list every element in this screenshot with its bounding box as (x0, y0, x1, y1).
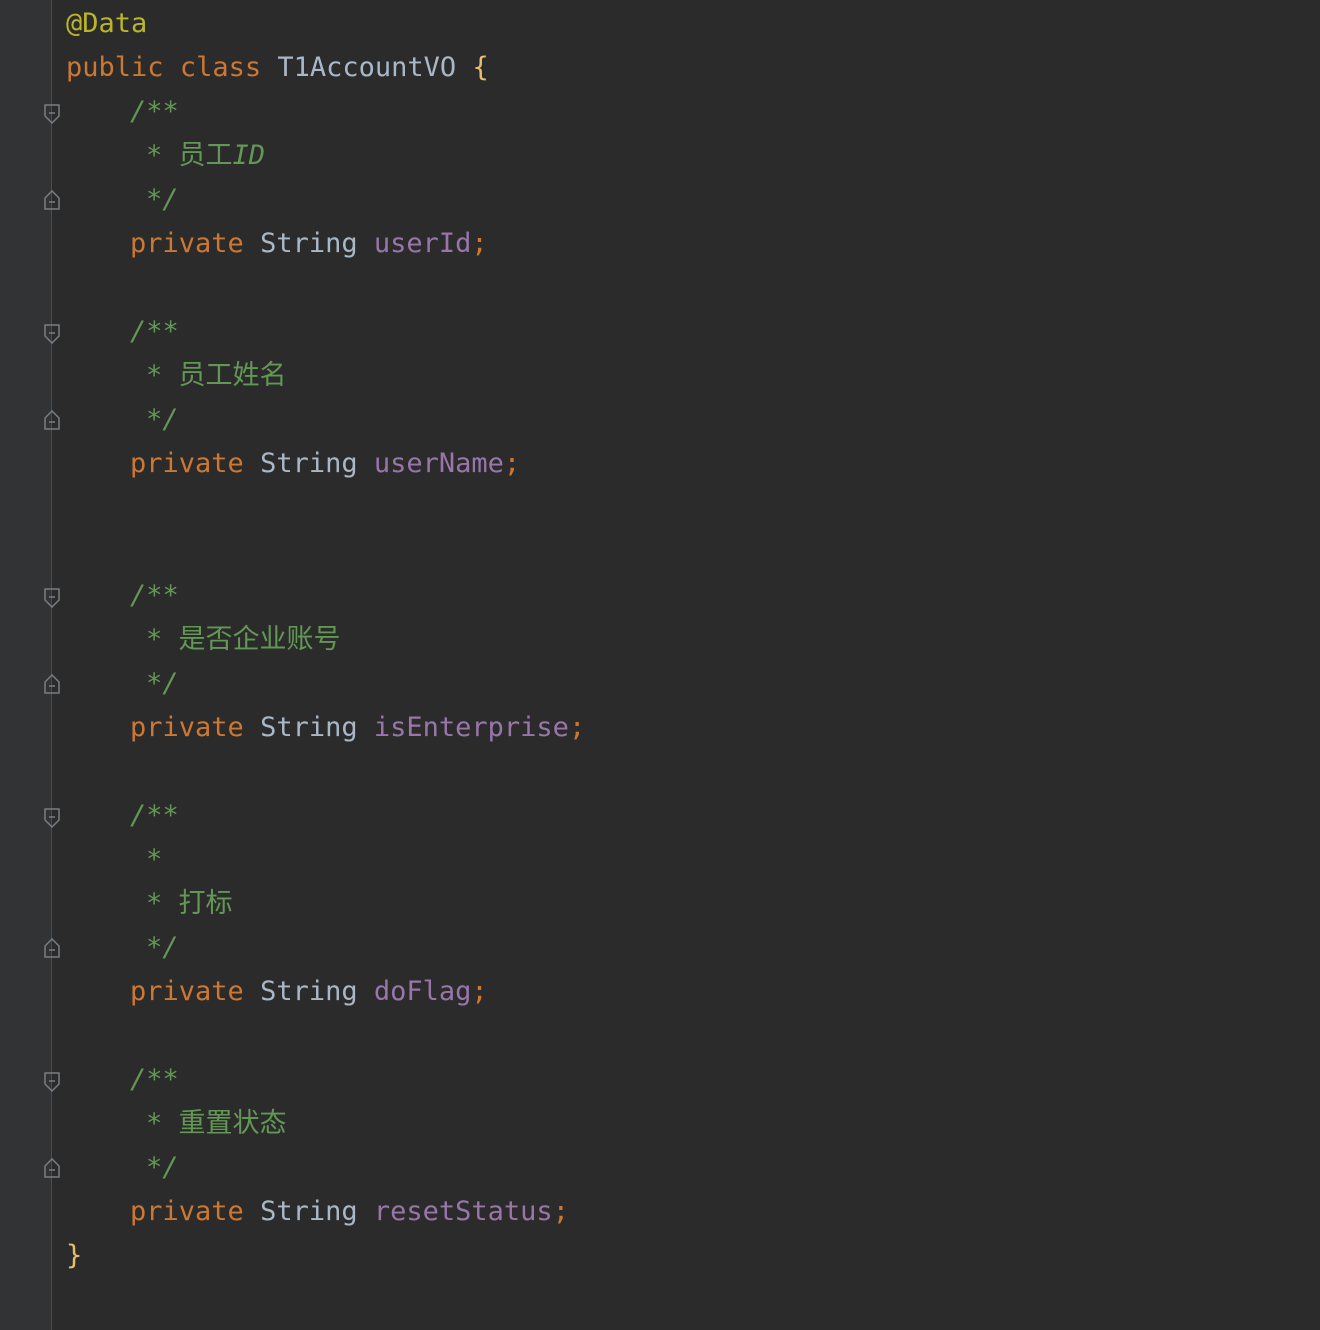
doc-comment-star: * (146, 360, 163, 391)
code-line: */ (66, 178, 1306, 222)
code-line: * 重置状态 (66, 1102, 1306, 1146)
code-line: public class T1AccountVO { (66, 46, 1306, 90)
doc-comment-close: */ (146, 1152, 179, 1183)
doc-comment-text: 员工 (178, 140, 233, 171)
field-name: userId (373, 228, 472, 259)
keyword-private: private (130, 448, 244, 479)
code-line: private String doFlag; (66, 970, 1306, 1014)
doc-comment-star: * (146, 140, 163, 171)
doc-comment-open: /** (130, 1064, 179, 1095)
keyword-private: private (130, 976, 244, 1007)
doc-comment-close: */ (146, 184, 179, 215)
doc-comment-close: */ (146, 932, 179, 963)
code-line: private String userId; (66, 222, 1306, 266)
type-name: String (260, 976, 358, 1007)
fold-end-icon[interactable] (44, 938, 60, 958)
type-name: String (260, 712, 358, 743)
type-name: String (260, 228, 358, 259)
doc-comment-star: * (146, 888, 163, 919)
code-line: /** (66, 574, 1306, 618)
doc-comment-star: * (146, 1108, 163, 1139)
keyword-private: private (130, 712, 244, 743)
doc-comment-text: 重置状态 (178, 1108, 287, 1139)
fold-collapse-icon[interactable] (44, 808, 60, 828)
semicolon: ; (471, 228, 488, 259)
field-name: userName (373, 448, 504, 479)
fold-collapse-icon[interactable] (44, 588, 60, 608)
code-line: /** (66, 310, 1306, 354)
field-name: isEnterprise (373, 712, 569, 743)
doc-comment-star: * (146, 844, 163, 875)
code-line: private String isEnterprise; (66, 706, 1306, 750)
doc-comment-close: */ (146, 404, 179, 435)
code-line: /** (66, 1058, 1306, 1102)
field-name: doFlag (373, 976, 472, 1007)
class-name: T1AccountVO (277, 52, 457, 83)
code-line: } (66, 1234, 1306, 1278)
code-line: * 员工ID (66, 134, 1306, 178)
fold-end-icon[interactable] (44, 410, 60, 430)
fold-end-icon[interactable] (44, 674, 60, 694)
code-line: /** (66, 90, 1306, 134)
doc-comment-text: ID (232, 140, 266, 171)
semicolon: ; (503, 448, 521, 479)
open-brace: { (472, 52, 489, 83)
code-line: * 打标 (66, 882, 1306, 926)
doc-comment-text: 员工姓名 (178, 360, 287, 391)
code-line: @Data (66, 2, 1306, 46)
doc-comment-text: 是否企业账号 (178, 624, 341, 655)
semicolon: ; (471, 976, 488, 1007)
close-brace: } (66, 1240, 83, 1271)
doc-comment-open: /** (130, 580, 179, 611)
doc-comment-close: */ (146, 668, 179, 699)
code-line: /** (66, 794, 1306, 838)
code-line: private String userName; (66, 442, 1306, 486)
doc-comment-open: /** (130, 800, 179, 831)
code-line: * (66, 838, 1306, 882)
fold-collapse-icon[interactable] (44, 104, 60, 124)
fold-collapse-icon[interactable] (44, 324, 60, 344)
code-line: * 员工姓名 (66, 354, 1306, 398)
semicolon: ; (552, 1196, 569, 1227)
fold-end-icon[interactable] (44, 1158, 60, 1178)
code-line: */ (66, 662, 1306, 706)
doc-comment-text: 打标 (178, 888, 233, 919)
fold-collapse-icon[interactable] (44, 1072, 60, 1092)
keyword-public: public (66, 52, 164, 83)
type-name: String (260, 448, 358, 479)
doc-comment-star: * (146, 624, 163, 655)
type-name: String (260, 1196, 358, 1227)
doc-comment-open: /** (130, 96, 179, 127)
field-name: resetStatus (373, 1196, 553, 1227)
semicolon: ; (568, 712, 586, 743)
doc-comment-open: /** (130, 316, 179, 347)
code-line: */ (66, 1146, 1306, 1190)
keyword-class: class (179, 52, 262, 83)
code-line: */ (66, 926, 1306, 970)
code-line: private String resetStatus; (66, 1190, 1306, 1234)
code-editor[interactable]: @Data public class T1AccountVO { /** * 员… (66, 2, 1306, 1278)
annotation: @Data (66, 8, 148, 39)
code-line: * 是否企业账号 (66, 618, 1306, 662)
fold-end-icon[interactable] (44, 190, 60, 210)
keyword-private: private (130, 1196, 244, 1227)
keyword-private: private (130, 228, 244, 259)
code-line: */ (66, 398, 1306, 442)
